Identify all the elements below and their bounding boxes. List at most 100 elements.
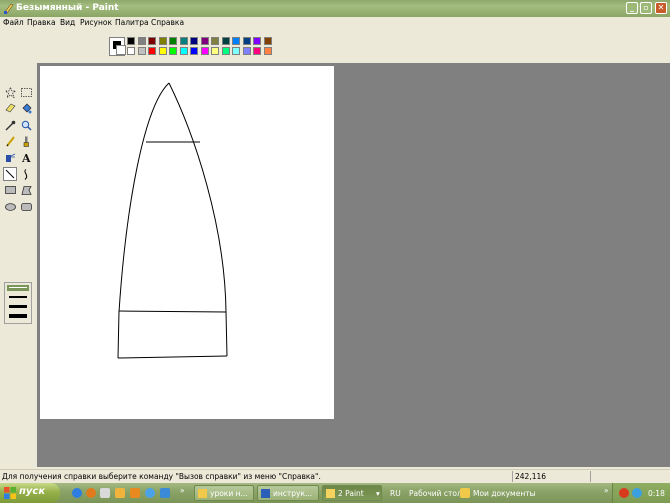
clock[interactable]: 0:18 [648,489,665,498]
eraser-tool[interactable] [3,101,17,115]
palette-swatch[interactable] [253,47,261,55]
line-width-options [4,282,32,324]
close-button[interactable]: ✕ [655,2,667,14]
palette-swatch[interactable] [127,47,135,55]
tray-network-icon[interactable] [632,488,642,498]
desktop-toolbar-label[interactable]: Рабочий стол [409,489,462,498]
task-label: уроки н... [210,489,248,498]
star-select-icon [4,86,16,98]
paint-bucket-icon [22,103,31,113]
my-documents-icon [460,488,470,498]
task-button[interactable]: инструк... [257,485,319,501]
palette-swatch[interactable] [221,47,230,55]
free-select-tool[interactable] [3,85,17,99]
line-width-4[interactable] [9,314,27,318]
airbrush-icon [5,153,15,162]
palette-swatch[interactable] [179,37,188,45]
minimize-button[interactable]: _ [626,2,638,14]
palette-swatch[interactable] [127,37,135,45]
line-width-1[interactable] [9,287,27,288]
palette-swatch[interactable] [169,37,177,45]
paint-app-icon [4,3,14,14]
color-picker-tool[interactable] [3,118,17,132]
line-width-2[interactable] [9,296,27,298]
magnifier-icon [21,120,32,131]
palette-swatch[interactable] [200,47,209,55]
start-label: пуск [19,486,46,497]
start-button[interactable]: пуск [0,483,60,503]
curve-tool[interactable] [19,167,33,181]
palette-swatch[interactable] [232,37,240,45]
palette-swatch[interactable] [232,47,240,55]
media-quicklaunch-icon[interactable] [86,488,96,498]
polygon-tool[interactable] [19,183,33,197]
palette-swatch[interactable] [263,37,272,45]
ie-quicklaunch-icon[interactable] [72,488,82,498]
menu-edit[interactable]: Правка [27,18,56,27]
rectangle-tool[interactable] [3,183,17,197]
palette-swatch[interactable] [221,37,230,45]
svg-text:A: A [21,152,31,163]
palette-swatch[interactable] [158,47,167,55]
task-button[interactable]: уроки н... [194,485,254,501]
folder-quicklaunch-icon[interactable] [115,488,125,498]
document-quicklaunch-icon[interactable] [100,488,110,498]
task-button-paint[interactable]: 2 Paint ▾ [322,485,382,501]
status-separator [590,471,591,482]
group-arrow-icon: ▾ [376,489,380,498]
palette-swatch[interactable] [190,47,198,55]
maximize-button[interactable]: ▫ [640,2,652,14]
toolbar-chevron-icon[interactable]: » [604,486,609,495]
menu-help[interactable]: Справка [151,18,184,27]
brush-tool[interactable] [19,134,33,148]
windows-logo-icon [4,487,16,499]
line-tool[interactable] [3,167,17,181]
palette-swatch[interactable] [263,47,272,55]
palette-swatch[interactable] [253,37,261,45]
browser-quicklaunch-icon[interactable] [145,488,155,498]
taskbar: пуск » уроки н... инструк... 2 Paint ▾ R… [0,483,670,503]
rounded-rect-icon [20,203,32,211]
show-desktop-quicklaunch-icon[interactable] [160,488,170,498]
rounded-rect-tool[interactable] [19,200,33,214]
palette-swatch[interactable] [137,47,146,55]
menu-colors[interactable]: Палитра [115,18,149,27]
palette-swatch[interactable] [190,37,198,45]
palette-swatch[interactable] [169,47,177,55]
palette-swatch[interactable] [148,47,156,55]
line-width-3[interactable] [9,305,27,308]
rectangle-icon [4,186,16,194]
tray-app-icon[interactable] [619,488,629,498]
menu-file[interactable]: Файл [3,18,24,27]
ellipse-tool[interactable] [3,200,17,214]
window-title: Безымянный - Paint [16,3,119,13]
palette-swatch[interactable] [211,47,219,55]
ellipse-icon [4,203,16,211]
curve-icon [24,168,28,180]
rect-select-tool[interactable] [19,85,33,99]
quicklaunch-chevron-icon[interactable]: » [180,486,185,495]
magnifier-tool[interactable] [19,118,33,132]
palette-swatch[interactable] [200,37,209,45]
status-separator [512,471,513,482]
rocket-drawing [117,82,228,359]
palette-swatch[interactable] [137,37,146,45]
current-colors[interactable] [109,37,126,56]
text-tool[interactable]: A [19,150,33,164]
palette-swatch[interactable] [211,37,219,45]
palette-swatch[interactable] [158,37,167,45]
palette-swatch[interactable] [242,47,251,55]
title-bar[interactable]: Безымянный - Paint _ ▫ ✕ [0,0,670,17]
menu-view[interactable]: Вид [60,18,75,27]
menu-image[interactable]: Рисунок [80,18,112,27]
language-indicator[interactable]: RU [390,489,401,498]
palette-swatch[interactable] [179,47,188,55]
pencil-tool[interactable] [3,134,17,148]
my-documents-label[interactable]: Мои документы [473,489,536,498]
fill-tool[interactable] [19,101,33,115]
drawing-canvas[interactable] [40,66,334,419]
palette-swatch[interactable] [242,37,251,45]
palette-swatch[interactable] [148,37,156,45]
airbrush-tool[interactable] [3,150,17,164]
app-quicklaunch-icon[interactable] [130,488,140,498]
